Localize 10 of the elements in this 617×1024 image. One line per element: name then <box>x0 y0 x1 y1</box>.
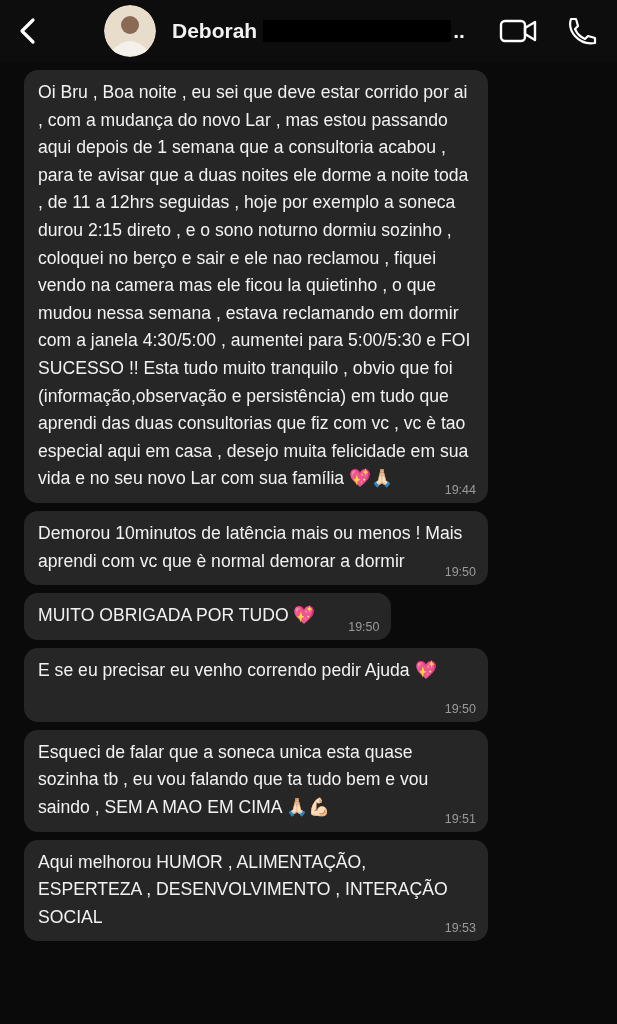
avatar[interactable] <box>104 5 156 57</box>
contact-name: Deborah <box>172 19 258 43</box>
message-text: E se eu precisar eu venho correndo pedir Ajuda 💖 <box>38 659 437 680</box>
contact-name-ellipsis: .. <box>453 19 465 43</box>
message-text: Esqueci de falar que a soneca unica esta quase sozinha tb , eu vou falando que ta tudo bem e vou saindo , SEM A MAO EM CIMA 🙏🏻💪🏻 <box>38 741 429 818</box>
message-time: 19:51 <box>444 811 476 826</box>
message-time: 19:50 <box>348 619 380 634</box>
message-time: 19:53 <box>444 921 476 936</box>
message-time: 19:50 <box>444 701 476 716</box>
message-text: MUITO OBRIGADA POR TUDO 💖 <box>38 605 316 626</box>
